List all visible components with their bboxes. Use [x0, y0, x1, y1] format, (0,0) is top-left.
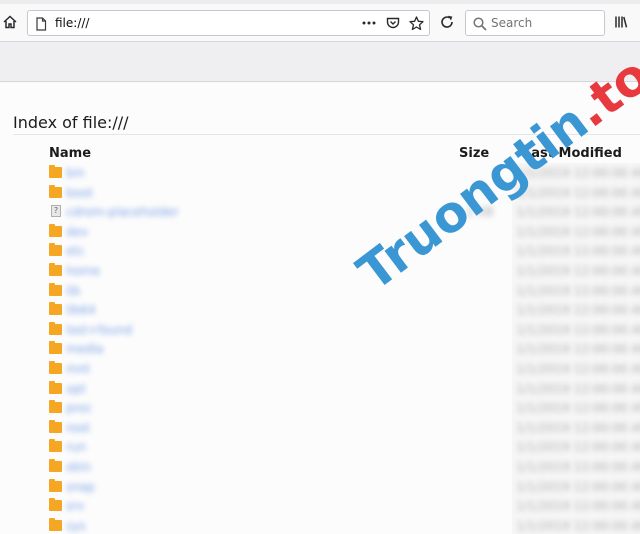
entry-link[interactable]: bin [66, 166, 85, 180]
entry-last-modified: 1/1/2019 12:00:00 AM [516, 401, 640, 416]
library-button[interactable] [612, 12, 630, 32]
search-bar[interactable]: Search [465, 10, 605, 36]
table-row: root 1/1/2019 12:00:00 AM [0, 418, 640, 438]
entry-last-modified: 1/1/2019 12:00:00 AM [516, 322, 640, 337]
entry-link[interactable]: snap [66, 480, 95, 494]
home-button[interactable] [0, 11, 20, 33]
entry-link[interactable]: lost+found [66, 323, 132, 337]
page-title: Index of file:/// [13, 113, 129, 132]
unknown-file-icon: ? [51, 205, 61, 218]
entry-last-modified: 1/1/2019 12:00:00 AM [516, 459, 640, 474]
bookmark-star-icon [408, 15, 424, 30]
table-row: media 1/1/2019 12:00:00 AM [0, 339, 640, 359]
entry-last-modified: 1/1/2019 12:00:00 AM [516, 205, 640, 220]
entry-last-modified: 1/1/2019 12:00:00 AM [516, 420, 640, 435]
entry-link[interactable]: mnt [66, 362, 90, 376]
tab-strip-edge [0, 0, 640, 4]
folder-icon [49, 400, 62, 414]
folder-icon [49, 458, 62, 472]
folder-icon [49, 341, 62, 355]
entry-link[interactable]: etc [66, 244, 85, 258]
bookmark-star-button[interactable] [407, 14, 425, 32]
entry-link[interactable]: srv [66, 499, 84, 513]
folder-icon [49, 243, 62, 257]
table-row: run 1/1/2019 12:00:00 AM [0, 437, 640, 457]
folder-icon [49, 165, 62, 178]
entry-last-modified: 1/1/2019 12:00:00 AM [516, 499, 640, 514]
folder-icon [49, 184, 62, 198]
folder-icon [49, 419, 62, 433]
entry-last-modified: 1/1/2019 12:00:00 AM [516, 244, 640, 259]
folder-icon [49, 517, 62, 531]
folder-icon [49, 360, 62, 374]
file-list: bin 1/1/2019 12:00:00 AM boot 1/1/2019 12:0… [0, 163, 640, 534]
table-row: snap 1/1/2019 12:00:00 AM [0, 477, 640, 497]
entry-last-modified: 1/1/2019 12:00:00 AM [516, 303, 640, 318]
folder-icon [49, 282, 62, 296]
reload-icon [441, 15, 453, 28]
table-row: home 1/1/2019 12:00:00 AM [0, 261, 640, 281]
table-row: lib64 1/1/2019 12:00:00 AM [0, 300, 640, 320]
table-row: mnt 1/1/2019 12:00:00 AM [0, 359, 640, 379]
folder-icon [49, 498, 62, 512]
entry-link[interactable]: boot [66, 186, 93, 200]
home-icon [3, 15, 17, 29]
entry-last-modified: 1/1/2019 12:00:00 AM [516, 224, 640, 239]
entry-link[interactable]: root [66, 421, 90, 435]
table-row: boot 1/1/2019 12:00:00 AM [0, 183, 640, 203]
entry-link[interactable]: media [66, 342, 103, 356]
folder-icon [49, 223, 62, 237]
folder-icon [49, 321, 62, 335]
entry-last-modified: 1/1/2019 12:00:00 AM [516, 185, 640, 200]
entry-link[interactable]: opt [66, 382, 86, 396]
page-actions-button[interactable] [360, 14, 378, 32]
table-row: etc 1/1/2019 12:00:00 AM [0, 241, 640, 261]
reload-button[interactable] [437, 12, 457, 32]
search-icon [473, 16, 487, 35]
entry-last-modified: 1/1/2019 12:00:00 AM [516, 283, 640, 298]
table-row: sbin 1/1/2019 12:00:00 AM [0, 457, 640, 477]
page-actions-icon [362, 21, 376, 25]
entry-link[interactable]: sbin [66, 460, 91, 474]
folder-icon [49, 302, 62, 316]
search-placeholder: Search [491, 16, 533, 30]
table-row: srv 1/1/2019 12:00:00 AM [0, 496, 640, 516]
table-row: opt 1/1/2019 12:00:00 AM [0, 379, 640, 399]
browser-toolbar: file:/// Search [0, 0, 640, 42]
entry-last-modified: 1/1/2019 12:00:00 AM [516, 479, 640, 494]
table-row: dev 1/1/2019 12:00:00 AM [0, 222, 640, 242]
entry-link[interactable]: home [66, 264, 100, 278]
entry-link[interactable]: sys [66, 519, 86, 533]
entry-last-modified: 1/1/2019 12:00:00 AM [516, 381, 640, 396]
entry-last-modified: 1/1/2019 12:00:00 AM [516, 342, 640, 357]
info-icon[interactable] [34, 16, 48, 35]
table-row: sys 1/1/2019 12:00:00 AM [0, 516, 640, 534]
folder-icon [49, 380, 62, 394]
table-row: lib 1/1/2019 12:00:00 AM [0, 281, 640, 301]
folder-icon [49, 262, 62, 276]
url-text[interactable]: file:/// [55, 16, 89, 30]
entry-last-modified: 1/1/2019 12:00:00 AM [516, 263, 640, 278]
entry-link[interactable]: lib64 [66, 303, 96, 317]
folder-icon [49, 439, 62, 453]
library-icon [615, 16, 628, 28]
table-row: proc 1/1/2019 12:00:00 AM [0, 398, 640, 418]
folder-icon [49, 478, 62, 492]
column-header-name[interactable]: Name [49, 146, 91, 161]
pocket-icon [386, 17, 400, 29]
bookmarks-toolbar [0, 42, 640, 82]
entry-last-modified: 1/1/2019 12:00:00 AM [516, 440, 640, 455]
entry-link[interactable]: proc [66, 401, 92, 415]
table-row: ? cdrom-placeholder 1 KB 1/1/2019 12:00:00 … [0, 202, 640, 222]
table-row: lost+found 1/1/2019 12:00:00 AM [0, 320, 640, 340]
entry-link[interactable]: dev [66, 225, 88, 239]
entry-last-modified: 1/1/2019 12:00:00 AM [516, 518, 640, 533]
entry-link[interactable]: cdrom-placeholder [66, 205, 179, 219]
url-bar[interactable]: file:/// [27, 10, 430, 36]
entry-link[interactable]: lib [66, 284, 80, 298]
pocket-button[interactable] [384, 14, 402, 32]
entry-link[interactable]: run [66, 440, 86, 454]
entry-last-modified: 1/1/2019 12:00:00 AM [516, 361, 640, 376]
